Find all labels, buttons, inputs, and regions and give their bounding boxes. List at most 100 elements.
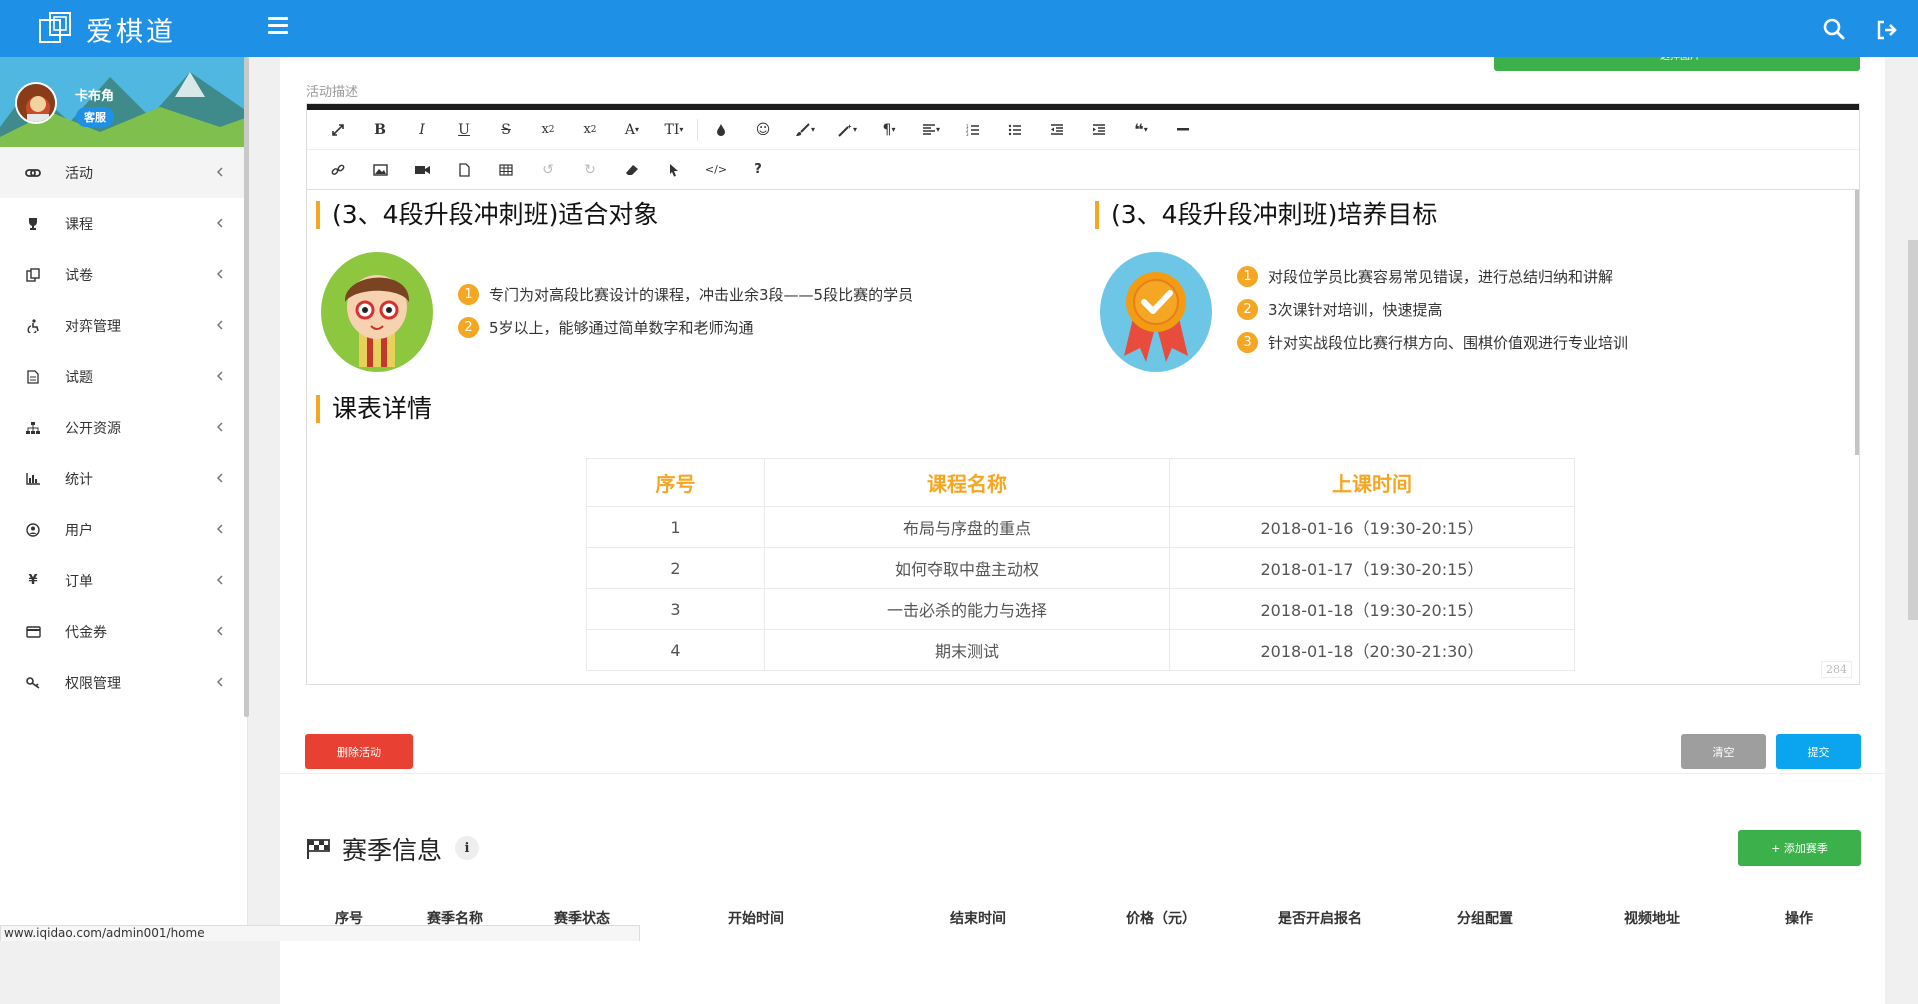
sidebar-item-label: 活动 [65, 165, 93, 182]
app-name[interactable]: 爱棋道 [86, 10, 176, 49]
chevron-left-icon [216, 167, 223, 177]
chevron-left-icon [216, 677, 223, 687]
file-icon [25, 369, 41, 385]
avatar[interactable] [15, 82, 57, 124]
list-item: 2 5岁以上，能够通过简单数字和老师沟通 [458, 317, 754, 338]
list-item: 1 对段位学员比赛容易常见错误，进行总结归纳和讲解 [1237, 266, 1613, 287]
sidebar-item-users[interactable]: 用户 [0, 504, 247, 555]
editor-scrollbar[interactable] [1855, 190, 1859, 455]
underline-icon[interactable]: U [443, 115, 485, 145]
fullscreen-icon[interactable] [317, 115, 359, 145]
table-row: 2 如何夺取中盘主动权 2018-01-17（19:30-20:15） [586, 547, 1575, 589]
align-icon[interactable]: ▾ [910, 115, 952, 145]
clear-button[interactable]: 清空 [1681, 734, 1766, 769]
redo-icon[interactable]: ↻ [569, 155, 611, 185]
toolbar-separator [697, 118, 698, 141]
chevron-left-icon [216, 269, 223, 279]
info-icon[interactable]: i [455, 836, 479, 860]
strikethrough-icon[interactable]: S [485, 115, 527, 145]
rich-text-editor[interactable]: B I U S x2 x2 A ▾ TI ▾ ☺ ▾ ▾ ¶ ▾ ▾ 123 ❝ ▾ ↺… [306, 103, 1860, 685]
sidebar-item-activity[interactable]: 活动 [0, 147, 247, 198]
color-drop-icon[interactable] [700, 115, 742, 145]
logo-icon[interactable] [38, 10, 78, 46]
brush-icon[interactable]: ▾ [784, 115, 826, 145]
submit-button[interactable]: 提交 [1776, 734, 1861, 769]
code-icon[interactable]: </> [695, 155, 737, 185]
chevron-left-icon [216, 320, 223, 330]
sidebar-item-orders[interactable]: ¥ 订单 [0, 555, 247, 606]
list-item-text: 对段位学员比赛容易常见错误，进行总结归纳和讲解 [1268, 268, 1614, 286]
page-scrollbar[interactable] [1908, 240, 1918, 620]
chevron-left-icon [216, 626, 223, 636]
column-header: 开始时间 [728, 911, 784, 927]
editor-content[interactable]: (3、4段升段冲刺班)适合对象 1 专门为对高段比赛设计的课程，冲击业余3段——… [307, 190, 1859, 684]
line-height-icon[interactable]: TI ▾ [653, 115, 695, 145]
sidebar-item-label: 用户 [65, 522, 93, 539]
column-header: 序号 [586, 458, 765, 507]
sidebar-item-questions[interactable]: 试题 [0, 351, 247, 402]
add-season-button[interactable]: + 添加赛季 [1738, 830, 1861, 866]
ordered-list-icon[interactable]: 123 [952, 115, 994, 145]
sidebar-item-permissions[interactable]: 权限管理 [0, 657, 247, 708]
search-icon[interactable] [1822, 17, 1846, 41]
table-cell: 期末测试 [764, 629, 1170, 671]
list-item-text: 针对实战段位比赛行棋方向、围棋价值观进行专业培训 [1268, 334, 1629, 352]
undo-icon[interactable]: ↺ [527, 155, 569, 185]
horizontal-rule-icon[interactable] [1162, 115, 1204, 145]
italic-icon[interactable]: I [401, 115, 443, 145]
editor-toolbar-row-1: B I U S x2 x2 A ▾ TI ▾ ☺ ▾ ▾ ¶ ▾ ▾ 123 ❝ ▾ [307, 110, 1859, 150]
help-icon[interactable]: ? [737, 155, 779, 185]
training-goals-title: (3、4段升段冲刺班)培养目标 [1095, 201, 1437, 229]
column-header: 上课时间 [1169, 458, 1575, 507]
font-size-icon[interactable]: A ▾ [611, 115, 653, 145]
subscript-icon[interactable]: x2 [527, 115, 569, 145]
status-bar-url: www.iqidao.com/admin001/home [0, 925, 640, 941]
quote-icon[interactable]: ❝ ▾ [1120, 115, 1162, 145]
boy-illustration [321, 252, 433, 372]
number-badge: 1 [1237, 266, 1258, 287]
trophy-icon [25, 216, 41, 232]
svg-text:3: 3 [966, 132, 969, 136]
user-circle-icon [25, 522, 41, 538]
table-cell: 如何夺取中盘主动权 [764, 547, 1170, 589]
sidebar-scrollbar[interactable] [244, 57, 249, 717]
menu-icon[interactable] [268, 17, 288, 35]
sidebar-item-game-management[interactable]: 对弈管理 [0, 300, 247, 351]
sidebar-item-label: 课程 [65, 216, 93, 233]
table-icon[interactable] [485, 155, 527, 185]
target-audience-title: (3、4段升段冲刺班)适合对象 [316, 201, 658, 229]
bold-icon[interactable]: B [359, 115, 401, 145]
indent-icon[interactable] [1078, 115, 1120, 145]
table-cell: 3 [586, 588, 765, 630]
cursor-icon[interactable] [653, 155, 695, 185]
chevron-left-icon [216, 575, 223, 585]
paragraph-icon[interactable]: ¶ ▾ [868, 115, 910, 145]
file-icon[interactable] [443, 155, 485, 185]
superscript-icon[interactable]: x2 [569, 115, 611, 145]
table-cell: 2018-01-16（19:30-20:15） [1169, 506, 1575, 548]
unordered-list-icon[interactable] [994, 115, 1036, 145]
image-icon[interactable] [359, 155, 401, 185]
table-row: 1 布局与序盘的重点 2018-01-16（19:30-20:15） [586, 506, 1575, 548]
sidebar-item-exam-paper[interactable]: 试卷 [0, 249, 247, 300]
description-label: 活动描述 [306, 85, 359, 100]
season-panel [280, 804, 1885, 1004]
delete-activity-button[interactable]: 删除活动 [305, 734, 413, 769]
table-cell: 一击必杀的能力与选择 [764, 588, 1170, 630]
link-icon[interactable] [317, 155, 359, 185]
sidebar-item-course[interactable]: 课程 [0, 198, 247, 249]
top-bar: 爱棋道 [0, 0, 1918, 57]
logout-icon[interactable] [1875, 18, 1899, 42]
magic-wand-icon[interactable]: ▾ [826, 115, 868, 145]
outdent-icon[interactable] [1036, 115, 1078, 145]
column-header: 课程名称 [764, 458, 1170, 507]
chevron-left-icon [216, 473, 223, 483]
profile-card: 卡布角 客服 [0, 57, 247, 147]
emoji-icon[interactable]: ☺ [742, 115, 784, 145]
video-icon[interactable] [401, 155, 443, 185]
column-header: 价格（元） [1126, 911, 1196, 927]
sidebar-item-public-resources[interactable]: 公开资源 [0, 402, 247, 453]
sidebar-item-vouchers[interactable]: 代金券 [0, 606, 247, 657]
eraser-icon[interactable] [611, 155, 653, 185]
sidebar-item-statistics[interactable]: 统计 [0, 453, 247, 504]
